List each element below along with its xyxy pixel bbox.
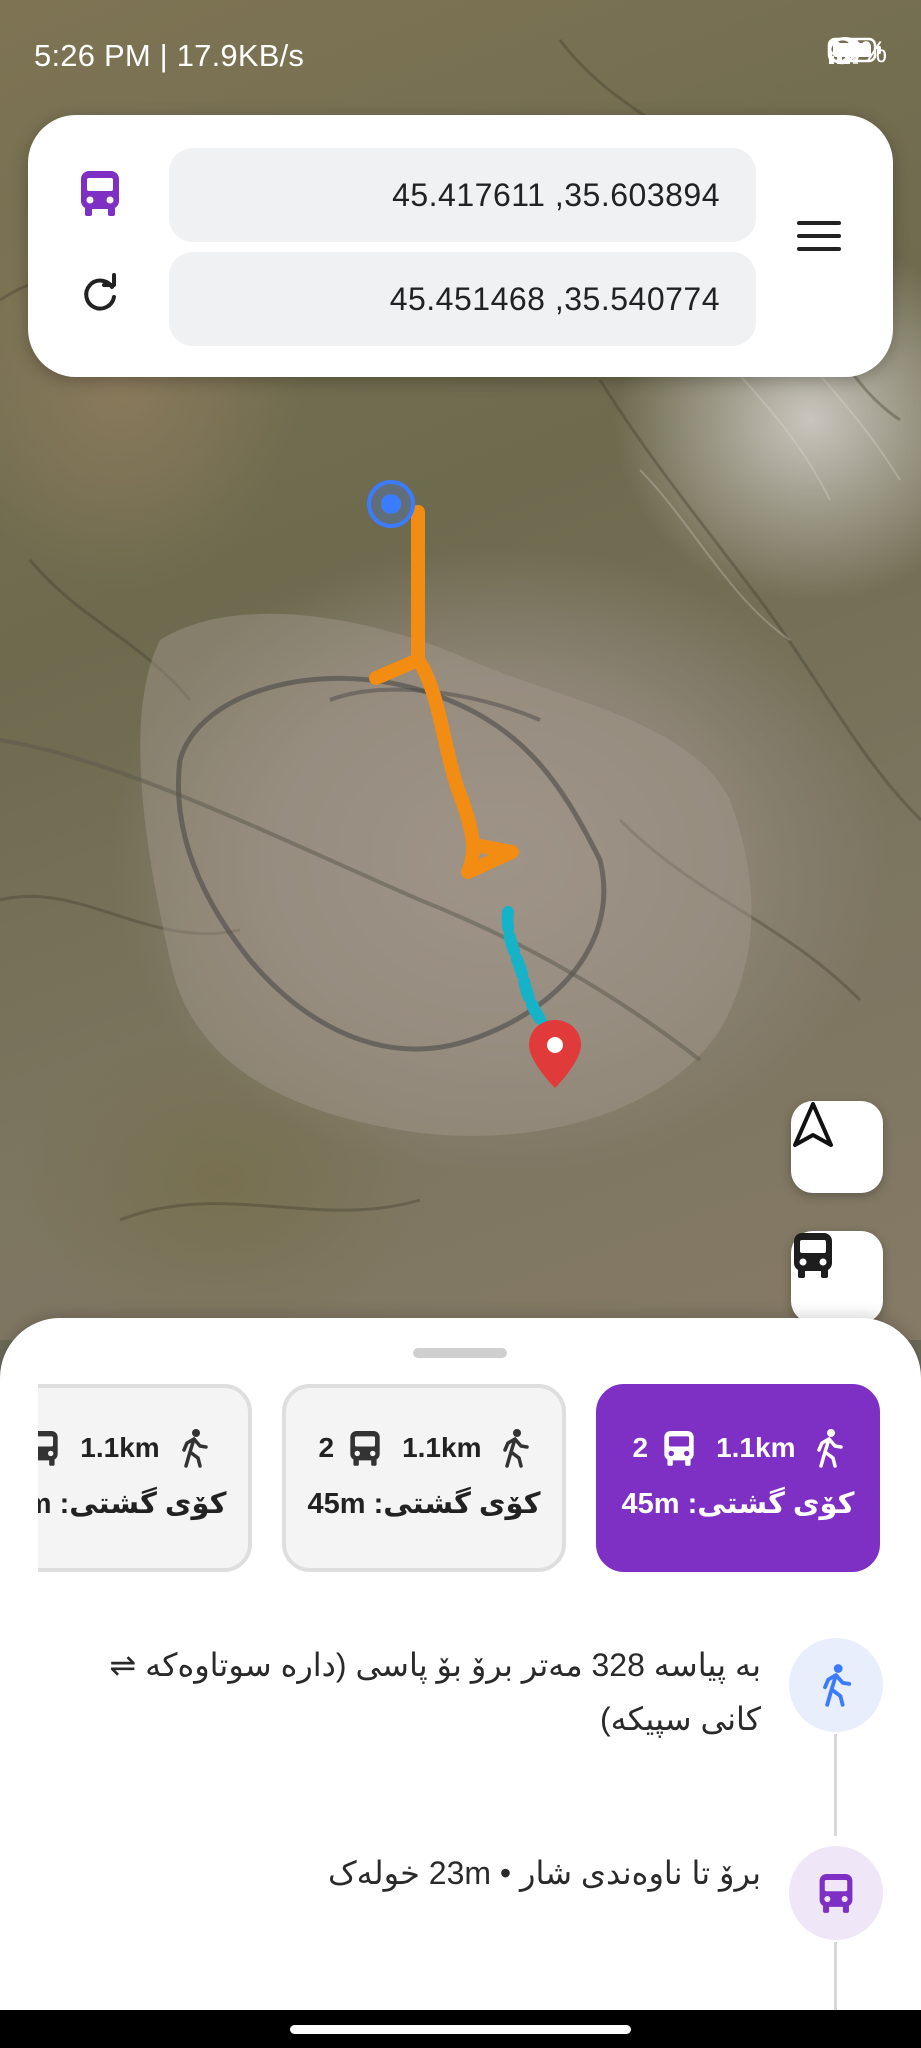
step-bus-text: برۆ تا ناوەندی شار • 23m خوله‌ک bbox=[328, 1855, 761, 1891]
route-total: کۆی گشتی: 45m bbox=[621, 1488, 855, 1520]
route-options[interactable]: 2 1.1km کۆی گشتی: 45m 2 1.1km کۆی گشتی: … bbox=[38, 1384, 885, 1576]
system-nav-bar bbox=[0, 2010, 921, 2048]
search-card: 45.417611 ,35.603894 45.451468 ,35.54077… bbox=[28, 115, 893, 377]
destination-input[interactable]: 45.451468 ,35.540774 bbox=[169, 252, 756, 346]
route-summary: 2 1.1km bbox=[600, 1428, 876, 1468]
bus-icon bbox=[664, 1431, 694, 1466]
refresh-icon[interactable] bbox=[78, 273, 132, 327]
bus-icon bbox=[789, 1846, 883, 1940]
route-transfers: 2 bbox=[318, 1432, 335, 1463]
status-bar: 5:26 PM | 17.9KB/s R bbox=[0, 0, 921, 110]
navigate-button[interactable] bbox=[791, 1101, 883, 1193]
walk-icon bbox=[789, 1638, 883, 1732]
bottom-sheet[interactable]: 2 1.1km کۆی گشتی: 45m 2 1.1km کۆی گشتی: … bbox=[0, 1318, 921, 2018]
menu-icon[interactable] bbox=[795, 221, 843, 261]
bus-icon bbox=[350, 1431, 380, 1466]
route-option-1[interactable]: 2 1.1km کۆی گشتی: 45m bbox=[596, 1384, 880, 1572]
map-view[interactable]: 5:26 PM | 17.9KB/s R bbox=[0, 0, 921, 1340]
route-distance: 1.1km bbox=[716, 1432, 796, 1463]
home-indicator[interactable] bbox=[290, 2025, 631, 2034]
bus-icon bbox=[794, 1233, 832, 1278]
walk-icon bbox=[817, 1429, 844, 1468]
route-distance: 1.1km bbox=[402, 1432, 482, 1463]
step-walk-text: به پیاسه 328 مەتر برۆ بۆ پاسی (داره سوتا… bbox=[109, 1647, 761, 1737]
bus-icon bbox=[78, 169, 132, 223]
route-total: کۆی گشتی: 45m bbox=[307, 1488, 541, 1520]
route-transfers: 2 bbox=[632, 1432, 649, 1463]
bus-icon bbox=[38, 1431, 58, 1466]
route-option-2[interactable]: 2 1.1km کۆی گشتی: 45m bbox=[282, 1384, 566, 1572]
route-distance: 1.1km bbox=[80, 1432, 160, 1463]
route-summary: 2 1.1km bbox=[286, 1428, 562, 1468]
status-icons: R 96% bbox=[827, 36, 887, 70]
route-total: کۆی گشتی: 45m bbox=[38, 1488, 227, 1520]
route-summary: 1.1km bbox=[38, 1428, 248, 1468]
step-connector bbox=[834, 1734, 837, 1836]
battery-icon bbox=[827, 37, 881, 63]
origin-input[interactable]: 45.417611 ,35.603894 bbox=[169, 148, 756, 242]
drag-handle[interactable] bbox=[413, 1348, 507, 1358]
step-connector bbox=[834, 1942, 837, 2018]
origin-marker bbox=[367, 480, 415, 528]
walk-icon bbox=[503, 1429, 530, 1468]
transit-button[interactable] bbox=[791, 1231, 883, 1323]
walk-icon bbox=[181, 1429, 208, 1468]
navigation-arrow-icon bbox=[793, 1102, 833, 1147]
route-option-3[interactable]: 1.1km کۆی گشتی: 45m bbox=[38, 1384, 252, 1572]
status-time: 5:26 PM | 17.9KB/s bbox=[34, 38, 305, 73]
